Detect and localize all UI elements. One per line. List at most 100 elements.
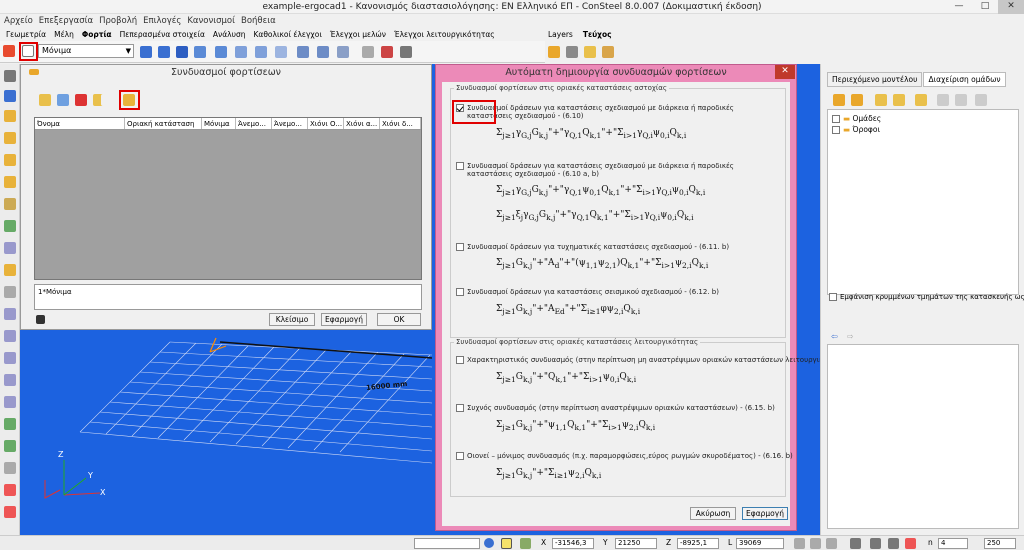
grid-toggle-icon[interactable] (794, 538, 805, 549)
col-limit-state[interactable]: Οριακή κατάσταση (125, 118, 202, 129)
surface-load-icon[interactable] (176, 46, 188, 58)
tab-members[interactable]: Μέλη (54, 29, 74, 40)
new-combination-icon[interactable] (39, 94, 51, 106)
tab-group-management[interactable]: Διαχείριση ομάδων (923, 72, 1006, 87)
checkbox-quasi-permanent[interactable] (456, 452, 464, 460)
option-frequent[interactable]: Συχνός συνδυασμός (στην περίπτωση αναστρ… (456, 404, 775, 412)
viewport-3d[interactable]: 16000 mm Z Y X (20, 330, 433, 535)
wind-load-icon[interactable] (297, 46, 309, 58)
undo-icon[interactable] (4, 90, 16, 102)
option-6-12[interactable]: Συνδυασμοί δράσεων για καταστάσεις σεισμ… (456, 288, 719, 296)
option-6-10[interactable]: Συνδυασμοί δράσεων για καταστάσεις σχεδι… (456, 104, 777, 120)
back-arrow-icon[interactable]: ⇦ (831, 332, 838, 341)
forward-arrow-icon[interactable]: ⇨ (847, 332, 854, 341)
snow-load-icon[interactable] (317, 46, 329, 58)
polar-icon[interactable] (826, 538, 837, 549)
layers-icon[interactable] (548, 46, 560, 58)
maximize-button[interactable]: □ (972, 0, 998, 14)
line-load-icon[interactable] (158, 46, 170, 58)
snap-icon[interactable] (501, 538, 512, 549)
seismic-icon[interactable] (400, 46, 412, 58)
tab-geometry[interactable]: Γεωμετρία (6, 29, 46, 40)
option-quasi-permanent[interactable]: Οιονεί – μόνιμος συνδυασμός (π.χ. παραμο… (456, 452, 793, 460)
tab-member-checks[interactable]: Έλεγχοι μελών (330, 29, 386, 40)
group-add-icon[interactable] (833, 94, 845, 106)
col-snow-1[interactable]: Χιόνι Ο... (308, 118, 344, 129)
apply-button[interactable]: Εφαρμογή (321, 313, 367, 326)
col-snow-3[interactable]: Χιόνι δ... (380, 118, 421, 129)
angle-icon[interactable] (520, 538, 531, 549)
tab-report[interactable]: Τεύχος (583, 29, 612, 40)
tab-model-content[interactable]: Περιεχόμενο μοντέλου (827, 72, 923, 87)
close-dialog-button[interactable]: Κλείσιμο (269, 313, 315, 326)
minimize-button[interactable]: — (946, 0, 972, 14)
loads-icon[interactable] (3, 45, 15, 57)
tab-global-checks[interactable]: Καθολικοί έλεγχοι (253, 29, 321, 40)
orbit-icon[interactable] (4, 374, 16, 386)
menu-file[interactable]: Αρχείο (4, 14, 33, 28)
group-folder-icon[interactable] (875, 94, 887, 106)
delete-icon[interactable] (4, 484, 16, 496)
grid-icon[interactable] (4, 220, 16, 232)
rotate-icon[interactable] (4, 154, 16, 166)
view-icon[interactable] (4, 308, 16, 320)
tab-serviceability-checks[interactable]: Έλεγχοι λειτουργικότητας (394, 29, 495, 40)
tree-item-floors[interactable]: ▬ Όροφοι (832, 125, 880, 134)
properties-icon[interactable] (4, 462, 16, 474)
tab-analysis[interactable]: Ανάλυση (213, 29, 246, 40)
size-field[interactable]: 250 (984, 538, 1016, 549)
checkbox-6-11[interactable] (456, 243, 464, 251)
ortho-icon[interactable] (810, 538, 821, 549)
remove-icon[interactable] (4, 506, 16, 518)
l-field[interactable]: 39069 (736, 538, 784, 549)
checkbox-6-10ab[interactable] (456, 162, 464, 170)
group-edit-icon[interactable] (851, 94, 863, 106)
option-6-10ab[interactable]: Συνδυασμοί δράσεων για καταστάσεις σχεδι… (456, 162, 777, 178)
mirror-icon[interactable] (4, 176, 16, 188)
warning-icon[interactable] (905, 538, 916, 549)
col-name[interactable]: Όνομα (35, 118, 125, 129)
col-wind-1[interactable]: Άνεμο... (236, 118, 272, 129)
checkbox-6-12[interactable] (456, 288, 464, 296)
temperature-load-icon[interactable] (275, 46, 287, 58)
show-hidden-option[interactable]: Εμφάνιση κρυμμένων τμημάτων της κατασκευ… (829, 293, 1024, 301)
group-star-icon[interactable] (893, 94, 905, 106)
col-wind-2[interactable]: Άνεμο... (272, 118, 308, 129)
combinations-table[interactable]: Όνομα Οριακή κατάσταση Μόνιμα Άνεμο... Ά… (34, 117, 422, 280)
menu-codes[interactable]: Κανονισμοί (187, 14, 235, 28)
moment-load-icon[interactable] (255, 46, 267, 58)
fire-icon[interactable] (381, 46, 393, 58)
distributed-load-icon[interactable] (140, 46, 152, 58)
show-hidden-checkbox[interactable] (829, 293, 837, 301)
close-button[interactable]: ✕ (998, 0, 1024, 14)
camera-icon[interactable] (566, 46, 578, 58)
verify-icon[interactable] (4, 440, 16, 452)
menu-edit[interactable]: Επεξεργασία (39, 14, 93, 28)
cursor-icon[interactable] (850, 538, 861, 549)
node-icon[interactable] (888, 538, 899, 549)
col-permanent[interactable]: Μόνιμα (202, 118, 236, 129)
tab-loads[interactable]: Φορτία (82, 29, 112, 40)
close-icon[interactable]: ✕ (775, 65, 795, 79)
copy-icon[interactable] (4, 132, 16, 144)
x-field[interactable]: -31546,3 (552, 538, 594, 549)
save-icon[interactable] (36, 315, 45, 324)
group-sort-icon[interactable] (975, 94, 987, 106)
load-case-select[interactable]: Μόνιμα ▼ (38, 44, 134, 58)
ok-button[interactable]: OK (377, 313, 421, 326)
check-icon[interactable] (4, 418, 16, 430)
checkbox-frequent[interactable] (456, 404, 464, 412)
auto-apply-button[interactable]: Εφαρμογή (742, 507, 788, 520)
checkbox-characteristic[interactable] (456, 356, 464, 364)
menu-view[interactable]: Προβολή (99, 14, 137, 28)
measure-icon[interactable] (4, 286, 16, 298)
front-view-icon[interactable] (4, 396, 16, 408)
pan-icon[interactable] (4, 352, 16, 364)
crosshair-icon[interactable] (870, 538, 881, 549)
n-field[interactable]: 4 (938, 538, 968, 549)
point-load-icon[interactable] (235, 46, 247, 58)
load-arrows-icon[interactable] (215, 46, 227, 58)
group-move-icon[interactable] (915, 94, 927, 106)
pointer-icon[interactable] (4, 70, 16, 82)
delete-combination-icon[interactable] (75, 94, 87, 106)
